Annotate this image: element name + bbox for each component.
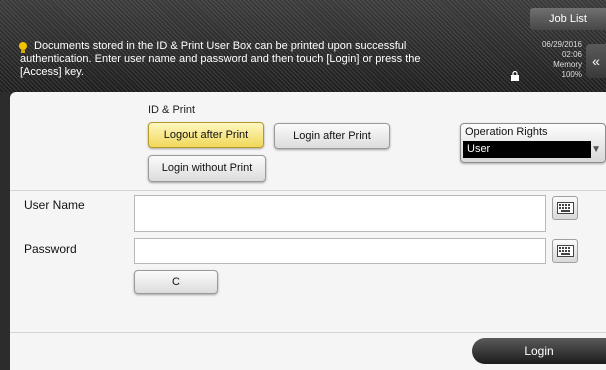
keyboard-icon	[557, 202, 574, 214]
keyboard-icon	[557, 245, 574, 257]
status-time: 02:06	[561, 50, 582, 59]
operation-rights-dropdown[interactable]: Operation Rights User ▼	[460, 123, 606, 163]
chevron-down-icon: ▼	[591, 144, 601, 155]
memory-label: Memory	[553, 60, 582, 69]
clear-button[interactable]: C	[134, 270, 218, 294]
user-name-label: User Name	[24, 198, 85, 212]
header-bar: Job List Documents stored in the ID & Pr…	[0, 0, 606, 92]
login-panel: ID & Print Logout after Print Login afte…	[10, 92, 606, 370]
memory-value: 100%	[561, 70, 582, 79]
logout-after-print-button[interactable]: Logout after Print	[148, 122, 264, 148]
job-list-button[interactable]: Job List	[530, 8, 606, 30]
status-panel: 06/29/2016 02:06 Memory 100%	[542, 40, 582, 80]
user-name-input[interactable]	[134, 195, 546, 232]
password-input[interactable]	[134, 238, 546, 264]
divider	[10, 190, 606, 191]
password-keyboard-button[interactable]	[552, 239, 578, 263]
status-date: 06/29/2016	[541, 40, 582, 49]
id-print-label: ID & Print	[148, 104, 196, 116]
instruction-message: Documents stored in the ID & Print User …	[20, 40, 421, 78]
back-arrow-button[interactable]: «	[586, 44, 606, 78]
operation-rights-label: Operation Rights	[465, 126, 548, 138]
login-without-print-button[interactable]: Login without Print	[148, 155, 266, 182]
operation-rights-value: User	[463, 141, 591, 158]
user-name-keyboard-button[interactable]	[552, 196, 578, 220]
lock-icon	[511, 71, 519, 81]
footer-divider	[10, 332, 606, 333]
login-button[interactable]: Login	[472, 338, 606, 364]
double-chevron-left-icon: «	[592, 53, 600, 69]
password-label: Password	[24, 242, 77, 256]
login-after-print-button[interactable]: Login after Print	[274, 123, 390, 149]
